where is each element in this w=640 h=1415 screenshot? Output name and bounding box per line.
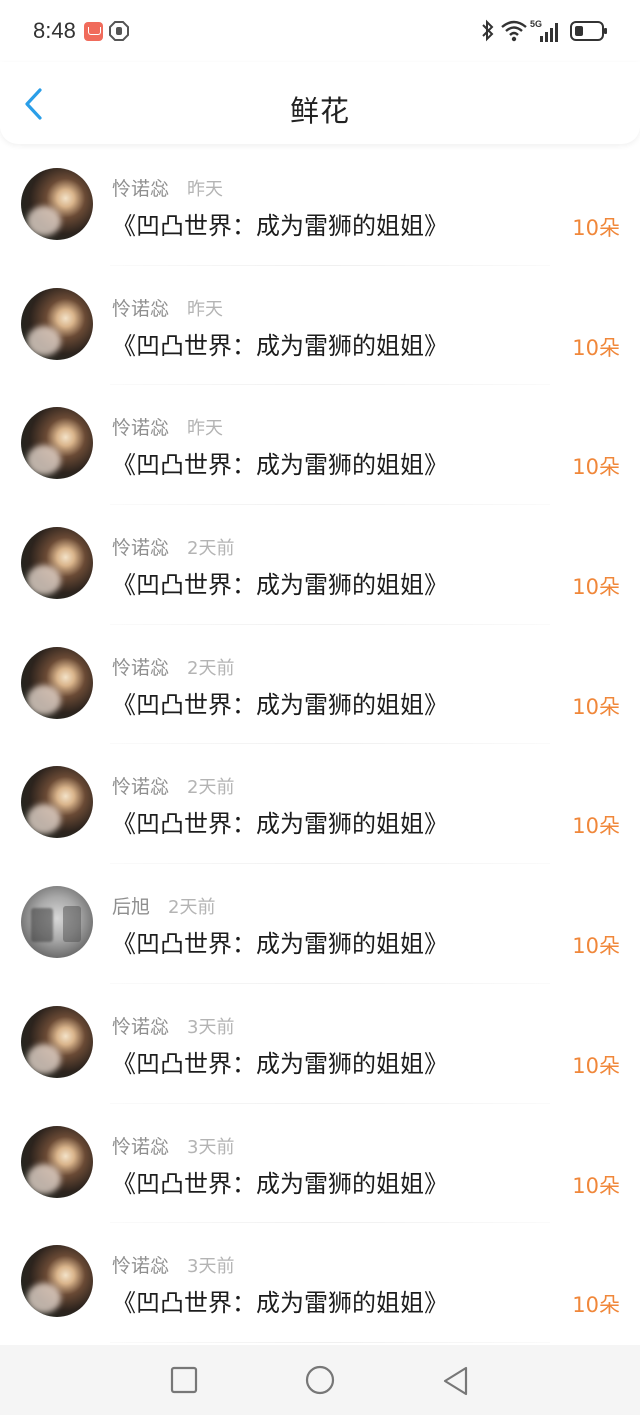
item-meta: 怜诺惢 昨天 [112,174,223,201]
system-nav-bar [0,1345,640,1415]
recent-apps-icon [170,1366,198,1394]
avatar[interactable] [21,1125,93,1198]
battery-icon [570,21,607,41]
book-title[interactable]: 《凹凸世界：成为雷狮的姐姐》 [112,565,448,600]
flower-count: 10朵 [572,814,620,839]
5g-signal-icon: 5G [530,19,558,42]
item-meta: 后旭 2天前 [112,892,215,919]
book-title[interactable]: 《凹凸世界：成为雷狮的姐姐》 [112,685,448,720]
status-time: 8:48 [33,18,76,43]
username[interactable]: 怜诺惢 [112,657,169,679]
username[interactable]: 怜诺惢 [112,417,169,439]
timestamp: 2天前 [187,657,235,679]
timestamp: 3天前 [187,1136,235,1158]
flower-count: 10朵 [572,335,620,360]
flower-count: 10朵 [572,934,620,959]
system-back-button[interactable] [442,1366,470,1396]
flower-count: 10朵 [572,455,620,480]
recent-apps-button[interactable] [170,1366,198,1394]
avatar[interactable] [21,766,93,839]
list-item[interactable]: 怜诺惢 2天前 《凹凸世界：成为雷狮的姐姐》 10朵 [0,625,640,745]
notification-app-icon [84,22,103,41]
item-meta: 怜诺惢 2天前 [112,653,234,680]
flower-count: 10朵 [572,1053,620,1078]
list-item[interactable]: 怜诺惢 3天前 《凹凸世界：成为雷狮的姐姐》 10朵 [0,1104,640,1224]
timestamp: 3天前 [187,1016,235,1038]
book-title[interactable]: 《凹凸世界：成为雷狮的姐姐》 [112,206,448,241]
flower-count: 10朵 [572,216,620,240]
home-button[interactable] [305,1365,335,1395]
username[interactable]: 怜诺惢 [112,1016,169,1038]
item-meta: 怜诺惢 2天前 [112,772,234,799]
item-meta: 怜诺惢 昨天 [112,413,223,440]
book-title[interactable]: 《凹凸世界：成为雷狮的姐姐》 [112,1044,448,1079]
book-title[interactable]: 《凹凸世界：成为雷狮的姐姐》 [112,1164,448,1199]
username[interactable]: 怜诺惢 [112,298,169,320]
list-item[interactable]: 怜诺惢 昨天 《凹凸世界：成为雷狮的姐姐》 10朵 [0,266,640,386]
avatar[interactable] [21,1245,93,1318]
home-icon [305,1365,335,1395]
avatar[interactable] [21,646,93,719]
flower-count: 10朵 [572,1173,620,1198]
avatar[interactable] [21,168,93,240]
list-item[interactable]: 怜诺惢 2天前 《凹凸世界：成为雷狮的姐姐》 10朵 [0,744,640,864]
item-meta: 怜诺惢 昨天 [112,294,223,321]
username[interactable]: 怜诺惢 [112,178,169,200]
avatar[interactable] [21,407,93,480]
item-meta: 怜诺惢 3天前 [112,1132,234,1159]
item-meta: 怜诺惢 3天前 [112,1251,234,1278]
list-item[interactable]: 怜诺惢 3天前 《凹凸世界：成为雷狮的姐姐》 10朵 [0,1223,640,1343]
list-item[interactable]: 怜诺惢 3天前 《凹凸世界：成为雷狮的姐姐》 10朵 [0,984,640,1104]
timestamp: 2天前 [168,897,216,919]
timestamp: 昨天 [187,418,224,440]
list-item[interactable]: 怜诺惢 昨天 《凹凸世界：成为雷狮的姐姐》 10朵 [0,146,640,266]
username[interactable]: 怜诺惢 [112,776,169,798]
flower-count: 10朵 [572,1293,620,1318]
avatar[interactable] [21,287,93,360]
flower-record-list: 怜诺惢 昨天 《凹凸世界：成为雷狮的姐姐》 10朵 怜诺惢 昨天 《凹凸世界：成为雷… [0,146,640,1343]
avatar[interactable] [21,527,93,600]
timestamp: 2天前 [187,538,235,560]
back-triangle-icon [443,1366,468,1396]
book-title[interactable]: 《凹凸世界：成为雷狮的姐姐》 [112,1283,448,1318]
wifi-icon [501,20,527,42]
shield-app-icon [109,21,129,41]
timestamp: 2天前 [187,777,235,799]
avatar[interactable] [21,1005,93,1078]
book-title[interactable]: 《凹凸世界：成为雷狮的姐姐》 [112,326,448,361]
book-title[interactable]: 《凹凸世界：成为雷狮的姐姐》 [112,445,448,480]
flower-count: 10朵 [572,575,620,600]
username[interactable]: 怜诺惢 [112,1255,169,1277]
flower-count: 10朵 [572,694,620,719]
network-label: 5G [530,19,542,29]
username[interactable]: 怜诺惢 [112,1136,169,1158]
timestamp: 3天前 [187,1256,235,1278]
bluetooth-icon [482,19,494,42]
timestamp: 昨天 [187,298,224,320]
item-meta: 怜诺惢 2天前 [112,533,234,560]
avatar[interactable] [21,886,93,959]
list-item[interactable]: 怜诺惢 2天前 《凹凸世界：成为雷狮的姐姐》 10朵 [0,505,640,625]
list-item[interactable]: 怜诺惢 昨天 《凹凸世界：成为雷狮的姐姐》 10朵 [0,385,640,505]
book-title[interactable]: 《凹凸世界：成为雷狮的姐姐》 [112,804,448,839]
status-bar: 8:48 5G [0,0,640,62]
username[interactable]: 怜诺惢 [112,537,169,559]
page-title: 鲜花 [289,94,350,128]
header-bar: 鲜花 [0,62,640,144]
item-meta: 怜诺惢 3天前 [112,1012,234,1039]
list-item[interactable]: 后旭 2天前 《凹凸世界：成为雷狮的姐姐》 10朵 [0,864,640,984]
book-title[interactable]: 《凹凸世界：成为雷狮的姐姐》 [112,924,448,959]
username[interactable]: 后旭 [112,896,150,918]
timestamp: 昨天 [187,179,224,200]
